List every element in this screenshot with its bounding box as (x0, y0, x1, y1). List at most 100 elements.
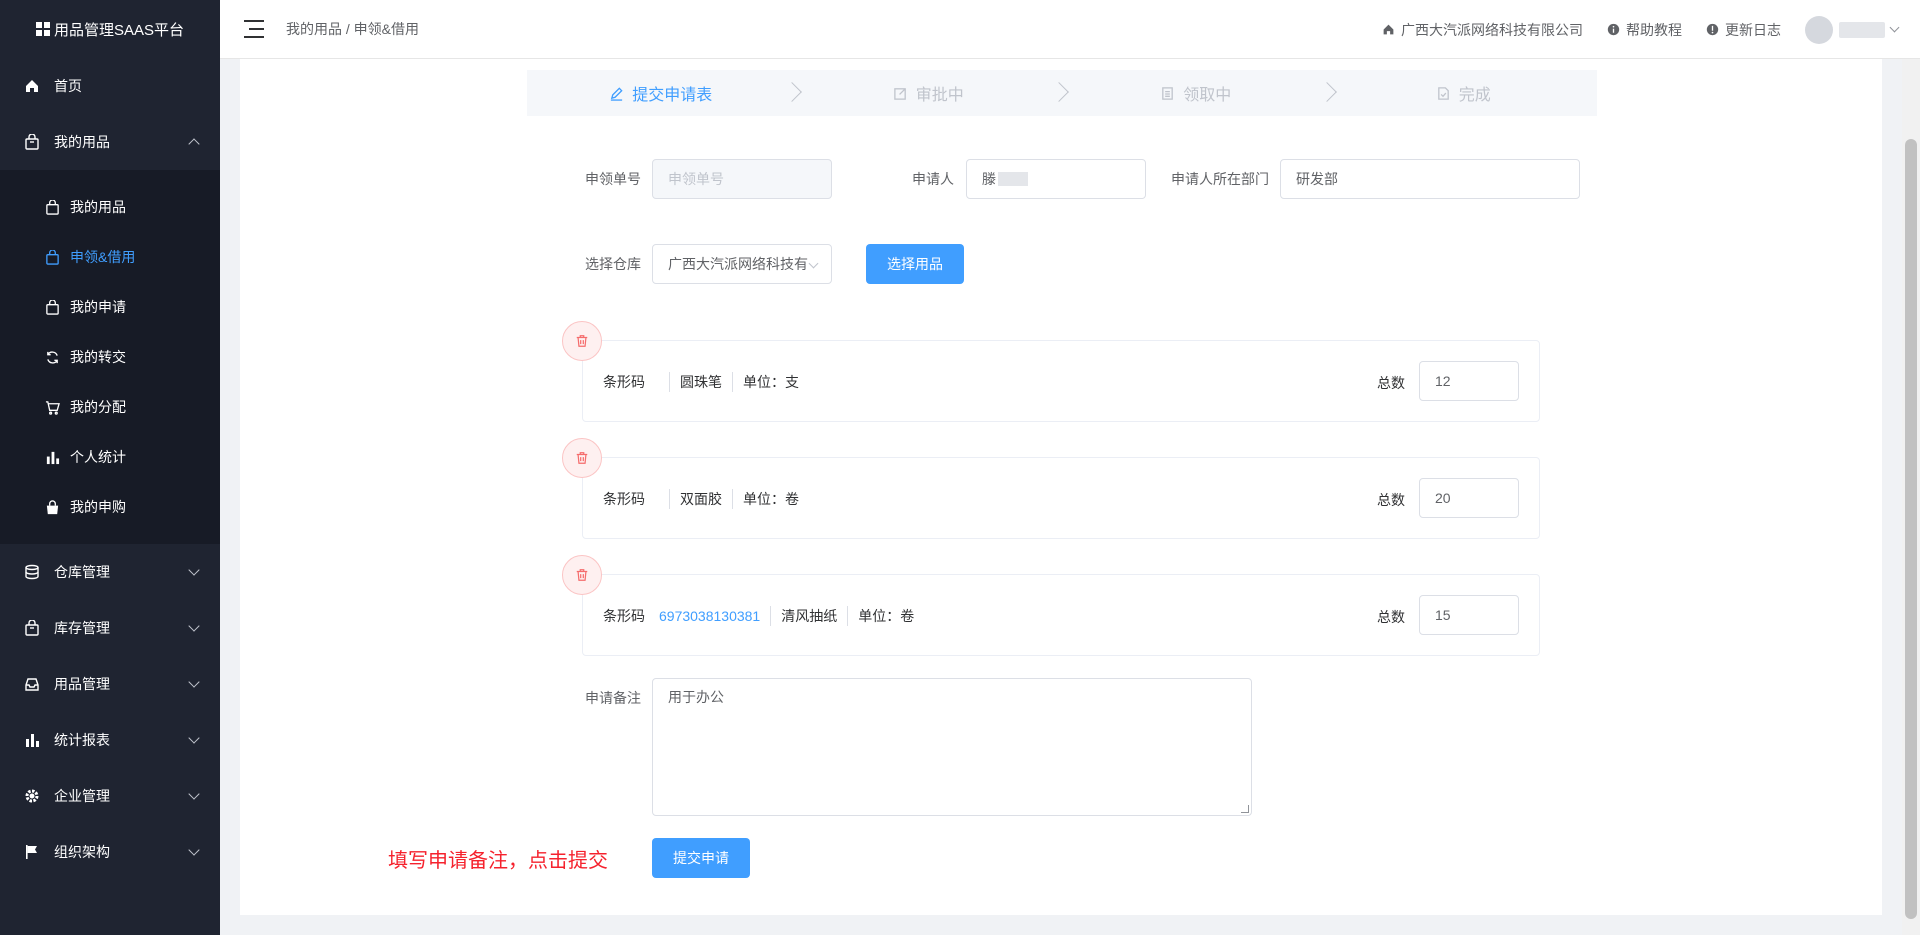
remark-textarea[interactable]: 用于办公 (652, 678, 1252, 816)
app-logo[interactable]: 用品管理SAAS平台 (0, 0, 220, 58)
steps-bar: 提交申请表 审批中 领取中 完成 (527, 70, 1597, 116)
sidebar-item-enterprise[interactable]: 企业管理 (0, 768, 220, 824)
submit-application-button[interactable]: 提交申请 (652, 838, 750, 878)
item-card: 条形码 6973038130381 清风抽纸 单位：卷 总数 15 (582, 574, 1540, 656)
sidebar-item-home[interactable]: 首页 (0, 58, 220, 114)
bar-chart-icon (44, 449, 60, 465)
delete-item-button[interactable] (562, 321, 602, 361)
chevron-down-icon (188, 844, 200, 856)
warehouse-value: 广西大汽派网络科技有 (668, 256, 808, 272)
resize-handle-icon[interactable] (1241, 805, 1249, 813)
chevron-down-icon (188, 732, 200, 744)
department-label: 申请人所在部门 (1171, 171, 1269, 187)
sidebar-item-label: 企业管理 (54, 788, 110, 804)
step-label: 提交申请表 (632, 87, 713, 104)
company-link[interactable]: 广西大汽派网络科技有限公司 (1382, 20, 1583, 40)
sidebar-subitem-claim-borrow[interactable]: 申领&借用 (0, 232, 220, 282)
chevron-down-icon (188, 620, 200, 632)
sidebar-subitem-my-supplies[interactable]: 我的用品 (0, 182, 220, 232)
quantity-value: 15 (1435, 607, 1451, 623)
sidebar-subitem-label: 我的转交 (70, 349, 126, 365)
sidebar-subitem-label: 我的分配 (70, 399, 126, 415)
applicant-label: 申请人 (912, 171, 954, 187)
sidebar-subitem-my-applications[interactable]: 我的申请 (0, 282, 220, 332)
sidebar: 用品管理SAAS平台 首页 我的用品 我的用品 申领&借用 我的申请 我的转交 (0, 0, 220, 935)
sidebar-item-label: 我的用品 (54, 134, 110, 150)
divider (847, 606, 849, 626)
divider (732, 489, 733, 509)
chevron-down-icon (188, 564, 200, 576)
sidebar-subitem-label: 我的申请 (70, 299, 126, 315)
edit-box-icon (893, 87, 906, 100)
bar-chart-icon (24, 732, 40, 748)
top-header: 我的用品 / 申领&借用 广西大汽派网络科技有限公司 帮助教程 更新日志 (220, 0, 1920, 59)
sidebar-item-my-supplies[interactable]: 我的用品 (0, 114, 220, 170)
item-info: 条形码 圆珠笔 单位：支 (603, 341, 799, 423)
sidebar-subitem-my-purchases[interactable]: 我的申购 (0, 482, 220, 532)
home-icon (1383, 24, 1394, 35)
choose-item-button[interactable]: 选择用品 (866, 244, 964, 284)
total-label: 总数 (1377, 492, 1405, 508)
delete-item-button[interactable] (562, 555, 602, 595)
item-card: 条形码 圆珠笔 单位：支 总数 12 (582, 340, 1540, 422)
item-name: 圆珠笔 (680, 374, 722, 390)
instruction-annotation: 填写申请备注，点击提交 (388, 850, 608, 872)
sidebar-subitem-my-allocations[interactable]: 我的分配 (0, 382, 220, 432)
sidebar-subitem-personal-stats[interactable]: 个人统计 (0, 432, 220, 482)
bag-icon (44, 249, 60, 265)
refresh-icon (44, 349, 60, 365)
divider (669, 489, 670, 509)
gear-icon (24, 788, 40, 804)
edit-icon (611, 86, 623, 101)
item-card: 条形码 双面胶 单位：卷 总数 20 (582, 457, 1540, 539)
quantity-value: 20 (1435, 490, 1451, 506)
menu-toggle-icon[interactable] (244, 20, 264, 38)
divider (669, 372, 670, 392)
scrollbar[interactable] (1902, 59, 1920, 935)
document-icon (1162, 86, 1174, 100)
sidebar-item-inventory[interactable]: 库存管理 (0, 600, 220, 656)
sidebar-item-label: 仓库管理 (54, 564, 110, 580)
order-no-placeholder: 申领单号 (668, 171, 724, 187)
applicant-input[interactable]: 滕 (966, 159, 1146, 199)
step-label: 完成 (1458, 87, 1491, 104)
step-done: 完成 (1330, 70, 1598, 116)
sidebar-subitem-my-transfers[interactable]: 我的转交 (0, 332, 220, 382)
quantity-input[interactable]: 20 (1419, 478, 1519, 518)
barcode-label: 条形码 (603, 491, 645, 507)
sidebar-item-warehouse[interactable]: 仓库管理 (0, 544, 220, 600)
flag-icon (24, 844, 40, 860)
user-menu[interactable] (1805, 15, 1900, 44)
changelog-link[interactable]: 更新日志 (1706, 20, 1781, 40)
order-no-input: 申领单号 (652, 159, 832, 199)
inbox-icon (24, 676, 40, 692)
scrollbar-thumb[interactable] (1905, 139, 1917, 919)
applicant-value: 滕 (982, 171, 996, 187)
avatar (1805, 15, 1833, 44)
total-label: 总数 (1377, 609, 1405, 625)
help-label: 帮助教程 (1626, 21, 1682, 38)
bag-icon (44, 199, 60, 215)
department-input[interactable]: 研发部 (1280, 159, 1580, 199)
help-link[interactable]: 帮助教程 (1607, 20, 1682, 40)
chevron-down-icon (188, 788, 200, 800)
chevron-down-icon (188, 676, 200, 688)
chevron-up-icon (188, 138, 200, 150)
delete-item-button[interactable] (562, 438, 602, 478)
sidebar-item-organization[interactable]: 组织架构 (0, 824, 220, 880)
remark-value: 用于办公 (668, 689, 724, 705)
step-approval: 审批中 (795, 70, 1069, 116)
trash-icon (576, 452, 588, 464)
item-unit: 单位：卷 (858, 608, 915, 624)
company-name: 广西大汽派网络科技有限公司 (1401, 21, 1583, 38)
divider (770, 606, 772, 626)
item-info: 条形码 双面胶 单位：卷 (603, 458, 799, 540)
sidebar-item-reports[interactable]: 统计报表 (0, 712, 220, 768)
applicant-name-redacted (998, 172, 1028, 186)
quantity-input[interactable]: 12 (1419, 361, 1519, 401)
trash-icon (576, 335, 588, 347)
warehouse-select[interactable]: 广西大汽派网络科技有 (652, 244, 832, 284)
sidebar-item-supplies-management[interactable]: 用品管理 (0, 656, 220, 712)
quantity-input[interactable]: 15 (1419, 595, 1519, 635)
bag-icon (44, 299, 60, 315)
